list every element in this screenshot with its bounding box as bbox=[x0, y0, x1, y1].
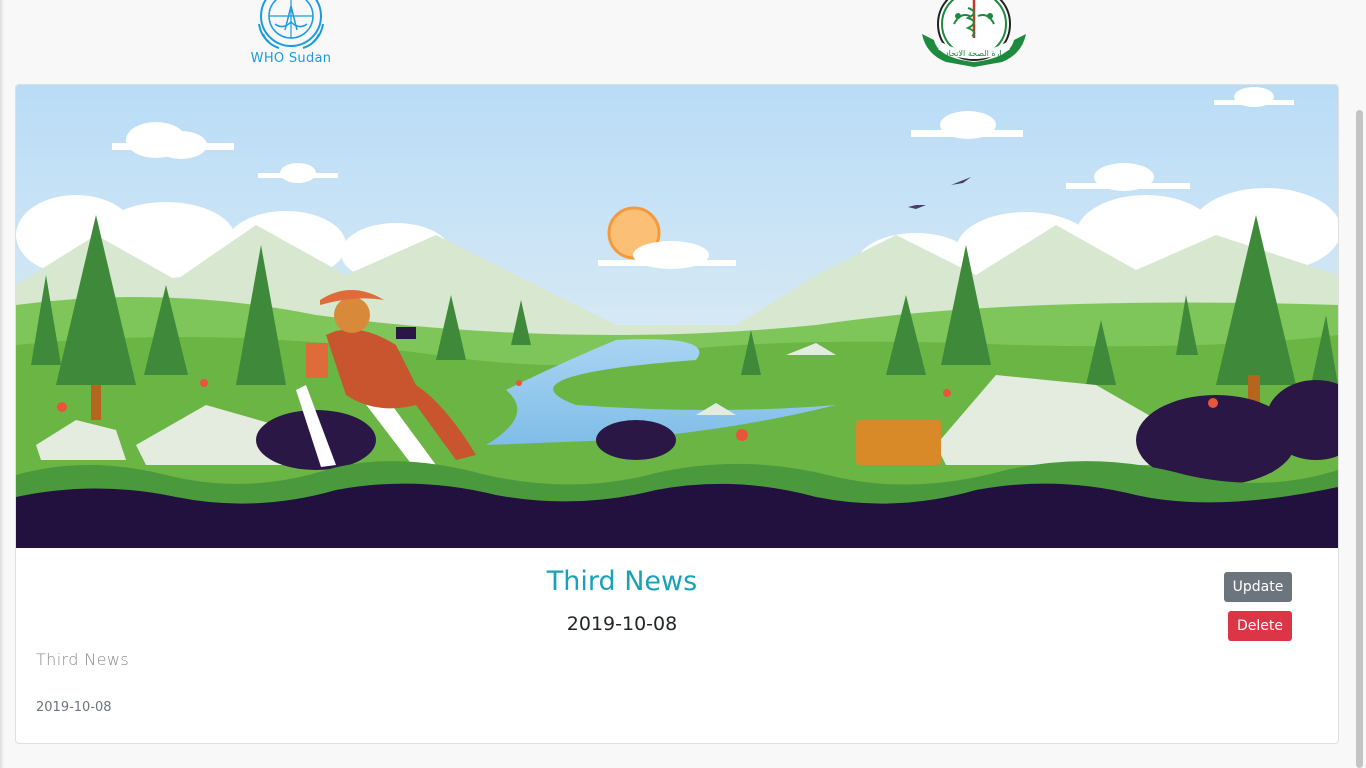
news-body: Third News bbox=[36, 650, 130, 669]
header: WHO Sudan وزارة الصحة الاتحادية bbox=[0, 0, 1350, 84]
news-title: Third News bbox=[546, 566, 698, 597]
news-hero-image bbox=[16, 85, 1338, 548]
scrollbar-thumb[interactable] bbox=[1356, 110, 1363, 768]
delete-button[interactable]: Delete bbox=[1228, 611, 1292, 641]
who-emblem-icon bbox=[258, 0, 324, 49]
who-logo[interactable]: WHO Sudan bbox=[240, 0, 342, 70]
moh-logo-caption: وزارة الصحة الاتحادية bbox=[939, 49, 1010, 58]
moh-logo[interactable]: وزارة الصحة الاتحادية bbox=[918, 0, 1030, 68]
who-logo-text: WHO Sudan bbox=[250, 51, 332, 66]
news-small-date: 2019-10-08 bbox=[36, 700, 112, 715]
news-date: 2019-10-08 bbox=[566, 613, 678, 635]
ministry-of-health-emblem-icon: وزارة الصحة الاتحادية bbox=[922, 0, 1026, 67]
update-button[interactable]: Update bbox=[1224, 572, 1292, 602]
page-edge-shadow bbox=[0, 0, 4, 768]
news-card: Third News 2019-10-08 Update Delete Thir… bbox=[15, 84, 1339, 744]
vertical-scrollbar[interactable] bbox=[1350, 0, 1366, 768]
